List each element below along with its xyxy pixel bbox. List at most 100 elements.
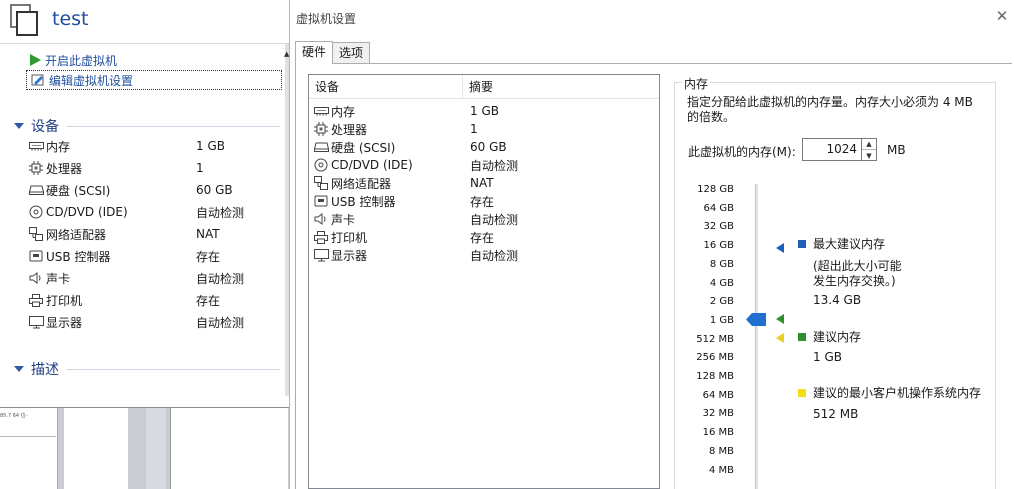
background-pane: [64, 408, 128, 489]
cpu-icon: [313, 122, 329, 136]
memory-scale-label: 8 MB: [708, 445, 734, 457]
list-item[interactable]: 内存 1 GB: [313, 102, 653, 120]
description-section-title: 描述: [31, 362, 59, 378]
memory-scale-label: 64 GB: [703, 202, 734, 214]
device-row[interactable]: 硬盘 (SCSI) 60 GB: [28, 179, 278, 201]
device-name: 硬盘 (SCSI): [46, 183, 111, 198]
collapse-arrow-icon: [14, 366, 24, 372]
list-item-name: CD/DVD (IDE): [331, 158, 413, 172]
edit-settings-label: 编辑虚拟机设置: [49, 73, 134, 88]
list-item[interactable]: USB 控制器 存在: [313, 192, 653, 210]
list-item-summary: NAT: [470, 176, 494, 190]
memory-scale-label: 16 GB: [703, 240, 734, 252]
usb-icon: [28, 249, 44, 263]
power-on-button[interactable]: 开启此虚拟机: [26, 50, 282, 70]
device-row[interactable]: 处理器 1: [28, 157, 278, 179]
recommended-swatch-icon: [798, 333, 806, 341]
collapse-arrow-icon: [14, 123, 24, 129]
column-header-summary[interactable]: 摘要: [463, 75, 493, 98]
device-value: NAT: [196, 227, 220, 241]
memory-icon: [28, 139, 44, 153]
usb-icon: [313, 194, 329, 208]
disk-icon: [313, 140, 329, 154]
max-recommended-value: 13.4 GB: [813, 293, 862, 307]
hardware-device-list[interactable]: 设备 摘要 内存 1 GB 处理器 1 硬盘 (SCSI) 60 GB CD/DVD (ID…: [308, 74, 660, 489]
vm-header: test: [0, 0, 290, 44]
min-guest-swatch-icon: [798, 389, 806, 397]
max-recommended-marker-icon: [776, 243, 784, 253]
list-item-name: 打印机: [331, 230, 368, 245]
memory-description: 指定分配给此虚拟机的内存量。内存大小必须为 4 MB 的倍数。: [687, 95, 973, 124]
list-item-name: USB 控制器: [331, 194, 396, 209]
device-row[interactable]: 网络适配器 NAT: [28, 223, 278, 245]
max-recommended-swatch-icon: [798, 240, 806, 248]
memory-scale-label: 2 GB: [709, 296, 734, 308]
list-item-summary: 60 GB: [470, 140, 507, 154]
network-icon: [28, 227, 44, 241]
memory-scale-label: 64 MB: [702, 389, 734, 401]
cpu-icon: [28, 161, 44, 175]
background-snippet: 85.7 64 位-: [0, 413, 28, 419]
description-section-header[interactable]: 描述: [14, 359, 280, 379]
disk-icon: [28, 183, 44, 197]
tab-strip: 硬件 选项: [295, 41, 371, 64]
tab-hardware[interactable]: 硬件: [295, 41, 334, 64]
recommended-label: 建议内存: [813, 330, 862, 344]
memory-scale-label: 32 GB: [703, 221, 734, 233]
device-row[interactable]: 声卡 自动检测: [28, 267, 278, 289]
max-recommended-label: 最大建议内存: [813, 237, 886, 251]
background-pane: [146, 408, 166, 489]
list-item[interactable]: 网络适配器 NAT: [313, 174, 653, 192]
background-line: [0, 436, 56, 437]
vm-summary-panel: test ▲ 开启此虚拟机 编辑虚拟机设置 设备 内存 1 GB 处理器 1 硬盘 (S…: [0, 0, 290, 408]
list-item[interactable]: 声卡 自动检测: [313, 210, 653, 228]
list-item[interactable]: 处理器 1: [313, 120, 653, 138]
devices-section-header[interactable]: 设备: [14, 116, 280, 136]
cd-icon: [28, 205, 44, 219]
list-item-summary: 1: [470, 122, 478, 136]
device-value: 自动检测: [196, 271, 245, 286]
list-item[interactable]: CD/DVD (IDE) 自动检测: [313, 156, 653, 174]
device-name: CD/DVD (IDE): [46, 205, 128, 219]
device-row[interactable]: CD/DVD (IDE) 自动检测: [28, 201, 278, 223]
memory-scale-label: 16 MB: [702, 427, 734, 439]
list-item[interactable]: 硬盘 (SCSI) 60 GB: [313, 138, 653, 156]
device-name: 显示器: [46, 315, 83, 330]
list-item-summary: 存在: [470, 194, 495, 209]
device-value: 存在: [196, 249, 221, 264]
memory-scale-label: 4 GB: [709, 277, 734, 289]
list-item-name: 处理器: [331, 122, 368, 137]
power-on-label: 开启此虚拟机: [45, 53, 118, 68]
device-name: 声卡: [46, 271, 71, 286]
section-divider: [67, 368, 280, 370]
edit-settings-button[interactable]: 编辑虚拟机设置: [26, 70, 282, 90]
memory-slider-thumb[interactable]: [746, 313, 766, 326]
recommended-marker-icon: [776, 314, 784, 324]
list-item-summary: 自动检测: [470, 248, 519, 263]
device-row[interactable]: 打印机 存在: [28, 289, 278, 311]
memory-input[interactable]: 1024: [802, 138, 862, 161]
device-row[interactable]: 内存 1 GB: [28, 135, 278, 157]
list-item-name: 硬盘 (SCSI): [331, 140, 396, 155]
spin-down-icon[interactable]: ▼: [862, 150, 876, 161]
column-header-device[interactable]: 设备: [309, 75, 463, 98]
spin-up-icon[interactable]: ▲: [862, 139, 876, 150]
close-icon[interactable]: ✕: [994, 8, 1010, 24]
list-item[interactable]: 显示器 自动检测: [313, 246, 653, 264]
device-row[interactable]: 显示器 自动检测: [28, 311, 278, 333]
speaker-icon: [313, 212, 329, 226]
background-pane: [170, 408, 288, 489]
memory-slider-track[interactable]: [755, 184, 758, 489]
memory-scale-label: 1 GB: [709, 314, 734, 326]
edit-settings-icon: [31, 74, 44, 86]
list-item-name: 显示器: [331, 248, 368, 263]
dialog-title: 虚拟机设置: [296, 12, 357, 26]
tab-options[interactable]: 选项: [332, 42, 371, 63]
device-value: 自动检测: [196, 315, 245, 330]
speaker-icon: [28, 271, 44, 285]
device-row[interactable]: USB 控制器 存在: [28, 245, 278, 267]
list-item[interactable]: 打印机 存在: [313, 228, 653, 246]
device-value: 自动检测: [196, 205, 245, 220]
device-value: 存在: [196, 293, 221, 308]
memory-spinner[interactable]: ▲ ▼: [862, 138, 877, 161]
